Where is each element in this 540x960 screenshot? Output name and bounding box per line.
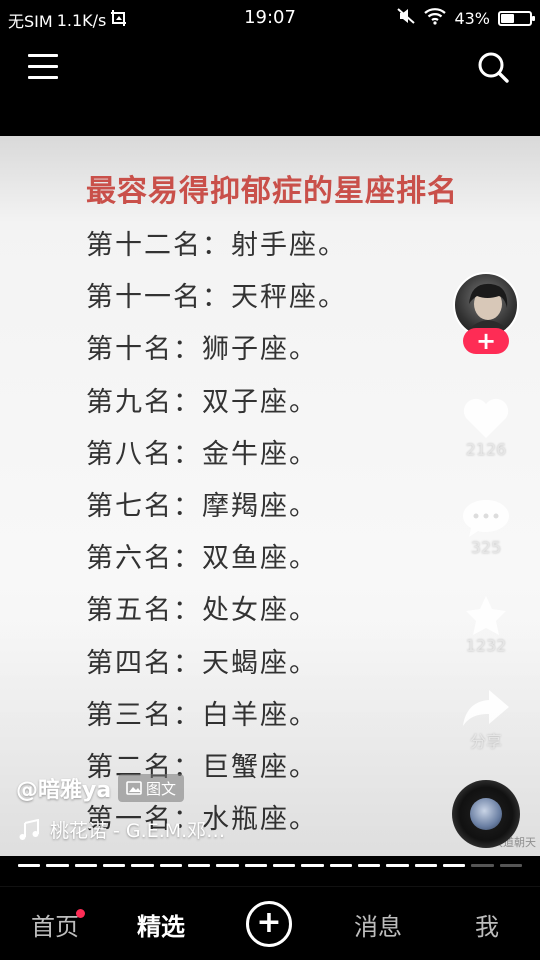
status-bar: 无SIM 1.1K/s 19:07 43% — [0, 0, 540, 36]
progress-segment — [301, 864, 324, 867]
image-progress — [18, 864, 522, 867]
bottom-nav: 首页 精选 + 消息 我 — [0, 886, 540, 960]
rank-item: 第八名：金牛座。 — [86, 438, 318, 470]
progress-segment — [272, 864, 296, 867]
rank-item: 第四名：天蝎座。 — [86, 647, 318, 679]
progress-segment — [414, 864, 437, 867]
plus-icon: + — [475, 327, 497, 355]
rank-item: 第十二名：射手座。 — [86, 230, 347, 261]
progress-segment — [357, 864, 381, 867]
notification-dot — [76, 909, 85, 918]
music-disc[interactable] — [452, 780, 520, 848]
search-button[interactable] — [476, 50, 510, 84]
like-count: 2126 — [465, 440, 507, 459]
music-note-icon — [19, 818, 39, 840]
wifi-icon — [424, 7, 447, 29]
heart-icon — [463, 398, 509, 438]
search-icon — [478, 52, 509, 83]
rank-item: 第十名：狮子座。 — [86, 334, 318, 366]
rank-item: 第六名：双鱼座。 — [86, 543, 318, 575]
menu-icon-bar — [28, 65, 58, 68]
mute-icon — [396, 7, 416, 29]
rank-item: 第三名：白羊座。 — [86, 699, 318, 731]
progress-segment — [329, 864, 352, 867]
star-icon — [466, 596, 506, 635]
battery-fill — [501, 13, 514, 23]
progress-segment — [159, 864, 182, 867]
like-button[interactable]: 2126 — [455, 398, 517, 459]
nav-featured[interactable]: 精选 — [137, 907, 185, 942]
progress-segment — [216, 864, 239, 867]
nav-messages[interactable]: 消息 — [354, 907, 402, 942]
progress-segment — [187, 864, 211, 867]
rank-list: 第十二名：射手座。 第十一名：天秤座。 第十名：狮子座。 第九名：双子座。 第八… — [86, 220, 347, 846]
share-label: 分享 — [469, 732, 502, 751]
progress-segment — [74, 864, 97, 867]
create-button[interactable]: + — [246, 901, 292, 947]
progress-segment — [102, 864, 126, 867]
progress-segment — [386, 864, 409, 867]
post-type-tag: 图文 — [118, 774, 185, 802]
rank-item: 第十一名：天秤座。 — [86, 282, 347, 314]
share-icon — [463, 690, 509, 726]
post-title: 最容易得抑郁症的星座排名 — [86, 174, 458, 209]
music-cover — [470, 798, 502, 830]
status-right: 43% — [396, 7, 535, 29]
progress-segment — [471, 864, 494, 867]
post-type-label: 图文 — [146, 779, 177, 798]
progress-segment — [499, 864, 522, 867]
rank-item: 第五名：处女座。 — [86, 595, 318, 627]
progress-segment — [18, 864, 41, 867]
nav-home[interactable]: 首页 — [31, 907, 79, 942]
nav-me[interactable]: 我 — [475, 907, 499, 942]
screen: 无SIM 1.1K/s 19:07 43% 最容易得抑郁症的星座排名 第十二名：… — [0, 0, 540, 960]
rank-item: 第九名：双子座。 — [86, 386, 318, 418]
menu-icon-bar — [28, 76, 58, 79]
share-button[interactable]: 分享 — [455, 688, 517, 752]
rank-item: 第七名：摩羯座。 — [86, 490, 318, 522]
image-icon — [126, 781, 142, 795]
battery-percent: 43% — [454, 8, 490, 28]
music-info[interactable]: 桃花诺 - G.E.M.邓… — [18, 816, 225, 843]
favorite-button[interactable]: 1232 — [455, 594, 517, 655]
menu-icon-bar — [28, 54, 58, 57]
progress-segment-current — [442, 864, 466, 867]
battery-icon — [498, 10, 535, 26]
follow-button[interactable]: + — [463, 328, 509, 354]
comment-button[interactable]: 325 — [455, 498, 517, 557]
menu-button[interactable] — [28, 54, 58, 80]
progress-segment — [46, 864, 69, 867]
favorite-count: 1232 — [465, 636, 507, 655]
progress-segment — [244, 864, 267, 867]
plus-icon: + — [256, 905, 282, 940]
progress-segment — [131, 864, 154, 867]
author-handle[interactable]: @暗雅ya — [16, 772, 111, 804]
comment-icon — [463, 500, 509, 537]
music-title: 桃花诺 - G.E.M.邓… — [50, 820, 226, 842]
comment-count: 325 — [470, 538, 502, 557]
